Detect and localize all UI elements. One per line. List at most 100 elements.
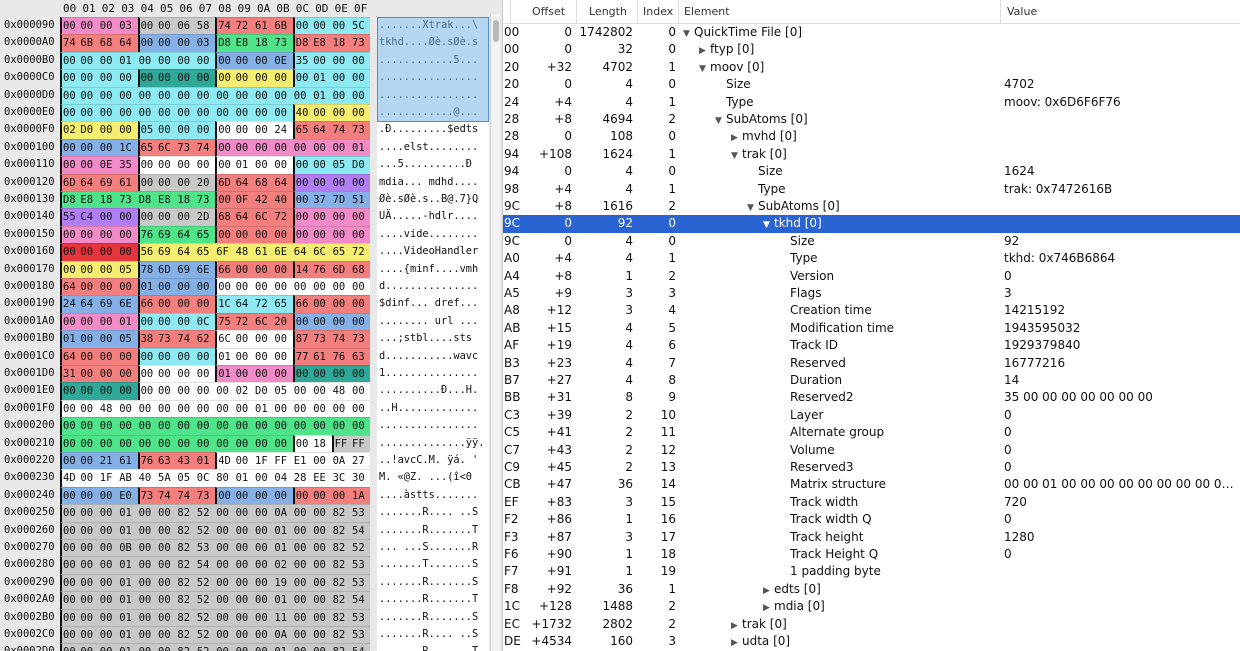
hex-ascii[interactable]: 1............... <box>377 365 489 383</box>
hex-byte[interactable]: 80 <box>215 469 235 487</box>
tree-row[interactable]: A5 +9 3 3 Flags 3 <box>503 285 1240 302</box>
hex-byte[interactable]: 00 <box>118 434 138 452</box>
hex-byte[interactable]: 00 <box>79 382 99 400</box>
hex-byte[interactable]: 00 <box>234 278 254 296</box>
hex-byte[interactable]: 00 <box>157 573 177 592</box>
hex-byte[interactable]: 82 <box>331 539 351 557</box>
hex-byte[interactable]: E0 <box>118 486 138 505</box>
hex-byte[interactable]: 01 <box>273 643 293 651</box>
hex-byte[interactable]: 30 <box>351 469 371 487</box>
header-offset[interactable]: Offset <box>526 0 577 24</box>
hex-byte[interactable]: 00 <box>312 452 332 470</box>
hex-byte[interactable]: 00 <box>254 104 274 122</box>
hex-byte[interactable]: 00 <box>176 208 196 226</box>
hex-byte[interactable]: 00 <box>98 382 119 400</box>
hex-byte[interactable]: 00 <box>234 626 254 644</box>
tree-row[interactable]: B3 +23 4 7 Reserved 16777216 <box>503 355 1240 372</box>
hex-byte[interactable]: 00 <box>137 17 157 35</box>
hex-byte[interactable]: 00 <box>98 208 119 226</box>
hex-byte[interactable]: 00 <box>351 312 371 331</box>
hex-byte[interactable]: 00 <box>79 469 99 487</box>
hex-ascii[interactable]: ..........Ð...H. <box>377 382 489 400</box>
hex-byte[interactable]: D8 <box>137 191 157 209</box>
hex-byte[interactable]: 00 <box>273 138 293 157</box>
hex-byte[interactable]: 00 <box>60 573 80 592</box>
hex-byte[interactable]: 18 <box>98 191 119 209</box>
hex-byte[interactable]: 00 <box>157 556 177 574</box>
hex-byte[interactable]: 00 <box>98 643 119 651</box>
hex-byte[interactable]: 00 <box>195 69 216 87</box>
hex-byte[interactable]: 00 <box>292 312 313 331</box>
hex-byte[interactable]: 00 <box>157 539 177 557</box>
hex-byte[interactable]: 00 <box>331 17 351 35</box>
hex-byte[interactable]: 00 <box>292 156 313 174</box>
hex-byte[interactable]: 00 <box>137 156 157 174</box>
hex-byte[interactable]: 00 <box>98 69 119 87</box>
hex-byte[interactable]: 00 <box>60 104 80 122</box>
hex-byte[interactable]: 6B <box>273 17 293 35</box>
hex-byte[interactable]: 00 <box>234 643 254 651</box>
hex-pane[interactable]: 00 01 02 03 04 05 06 07 08 09 0A 0B 0C 0D 0E 0F 0x00009… <box>0 0 502 651</box>
hex-byte[interactable]: 6C <box>254 312 274 331</box>
hex-byte[interactable]: 00 <box>351 295 371 313</box>
hex-byte[interactable]: 87 <box>292 330 313 348</box>
hex-byte[interactable]: 4D <box>60 469 80 487</box>
hex-byte[interactable]: 64 <box>79 295 99 313</box>
hex-byte[interactable]: 00 <box>273 399 293 418</box>
hex-byte[interactable]: 00 <box>234 608 254 626</box>
hex-byte[interactable]: 00 <box>79 486 99 505</box>
hex-byte[interactable]: 69 <box>98 173 119 191</box>
hex-byte[interactable]: 00 <box>312 486 332 505</box>
hex-byte[interactable]: 00 <box>331 225 351 244</box>
hex-byte[interactable]: 3C <box>331 469 351 487</box>
hex-byte[interactable]: 00 <box>312 591 332 609</box>
hex-byte[interactable]: 00 <box>157 626 177 644</box>
hex-byte[interactable]: 00 <box>234 86 254 104</box>
hex-byte[interactable]: 00 <box>292 399 313 418</box>
hex-ascii[interactable]: .......R.... ..S <box>377 504 489 522</box>
hex-byte[interactable]: 82 <box>176 556 196 574</box>
hex-byte[interactable]: 00 <box>234 539 254 557</box>
hex-byte[interactable]: 73 <box>157 330 177 348</box>
hex-byte[interactable]: 00 <box>98 121 119 139</box>
hex-byte[interactable]: 00 <box>157 156 177 174</box>
hex-byte[interactable]: 5C <box>351 17 371 35</box>
hex-byte[interactable]: 00 <box>312 138 332 157</box>
hex-byte[interactable]: 00 <box>195 86 216 104</box>
hex-byte[interactable]: 00 <box>157 86 177 104</box>
tree-row[interactable]: CB +47 36 14 Matrix structure 00 00 01 00 00 … <box>503 476 1240 493</box>
hex-byte[interactable]: 00 <box>215 225 235 244</box>
hex-byte[interactable]: FF <box>351 434 371 452</box>
hex-byte[interactable]: 00 <box>137 347 157 365</box>
hex-byte[interactable]: 00 <box>234 51 254 70</box>
hex-byte[interactable]: 00 <box>98 486 119 505</box>
hex-byte[interactable]: 00 <box>79 399 99 418</box>
hex-byte[interactable]: 77 <box>292 347 313 365</box>
hex-byte[interactable]: 00 <box>79 156 99 174</box>
hex-byte[interactable]: 01 <box>273 521 293 539</box>
hex-byte[interactable]: 01 <box>312 69 332 87</box>
hex-byte[interactable]: 00 <box>215 278 235 296</box>
hex-byte[interactable]: 00 <box>234 486 254 505</box>
hex-byte[interactable]: 69 <box>98 295 119 313</box>
hex-byte[interactable]: 00 <box>60 312 80 331</box>
hex-byte[interactable]: 00 <box>157 121 177 139</box>
hex-byte[interactable]: 00 <box>98 330 119 348</box>
hex-byte[interactable]: 00 <box>312 643 332 651</box>
hex-byte[interactable]: 00 <box>137 591 157 609</box>
hex-byte[interactable]: 00 <box>254 225 274 244</box>
hex-byte[interactable]: 00 <box>292 486 313 505</box>
tree-row[interactable]: 28 +8 4694 2 ▼ SubAtoms [0] <box>503 111 1240 128</box>
hex-byte[interactable]: 00 <box>79 69 99 87</box>
hex-byte[interactable]: 00 <box>234 556 254 574</box>
hex-byte[interactable]: 03 <box>118 17 138 35</box>
hex-byte[interactable]: 00 <box>137 434 157 452</box>
hex-ascii[interactable]: ................ <box>377 417 489 435</box>
hex-byte[interactable]: 00 <box>195 51 216 70</box>
hex-byte[interactable]: 00 <box>234 504 254 522</box>
hex-byte[interactable]: E8 <box>234 34 254 52</box>
hex-byte[interactable]: 00 <box>215 121 235 139</box>
hex-ascii[interactable]: d............... <box>377 278 489 296</box>
hex-byte[interactable]: 00 <box>98 573 119 592</box>
hex-byte[interactable]: 00 <box>254 86 274 104</box>
